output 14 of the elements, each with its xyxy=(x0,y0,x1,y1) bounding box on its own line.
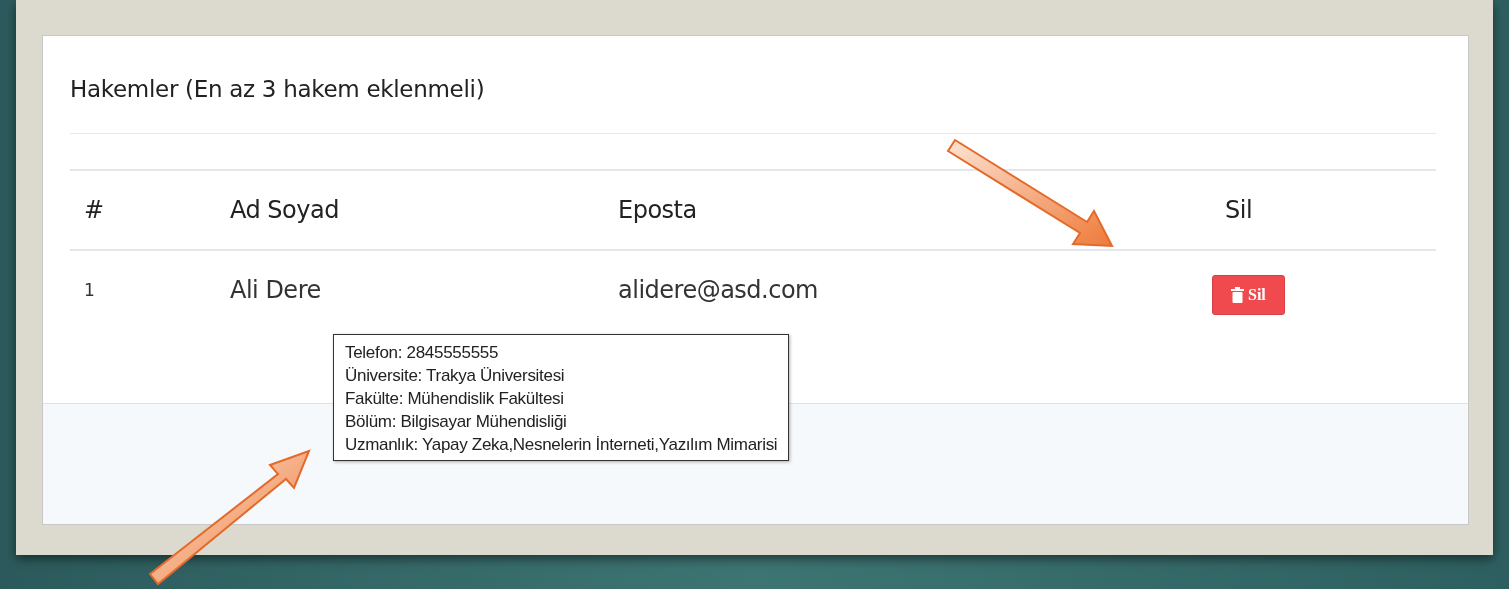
delete-button[interactable]: Sil xyxy=(1212,275,1285,315)
tooltip-line: Uzmanlık: Yapay Zeka,Nesnelerin İnterneti,Yazılım Mimarisi xyxy=(345,435,778,455)
trash-icon xyxy=(1231,287,1244,303)
column-header: Ad Soyad xyxy=(216,170,604,250)
column-header: Sil xyxy=(1211,170,1436,250)
panel-title: Hakemler (En az 3 hakem eklenmeli) xyxy=(70,76,486,102)
tooltip-line: Fakülte: Mühendislik Fakültesi xyxy=(345,389,565,409)
tooltip-line: Üniversite: Trakya Üniversitesi xyxy=(345,366,566,386)
tooltip-line: Telefon: 2845555555 xyxy=(345,343,500,363)
column-header: # xyxy=(70,170,216,250)
table-cell: 1 xyxy=(70,250,216,329)
table-cell: Ali Dere xyxy=(216,250,604,329)
table-cell: alidere@asd.com xyxy=(604,250,1211,329)
tooltip-line: Bölüm: Bilgisayar Mühendisliği xyxy=(345,412,568,432)
